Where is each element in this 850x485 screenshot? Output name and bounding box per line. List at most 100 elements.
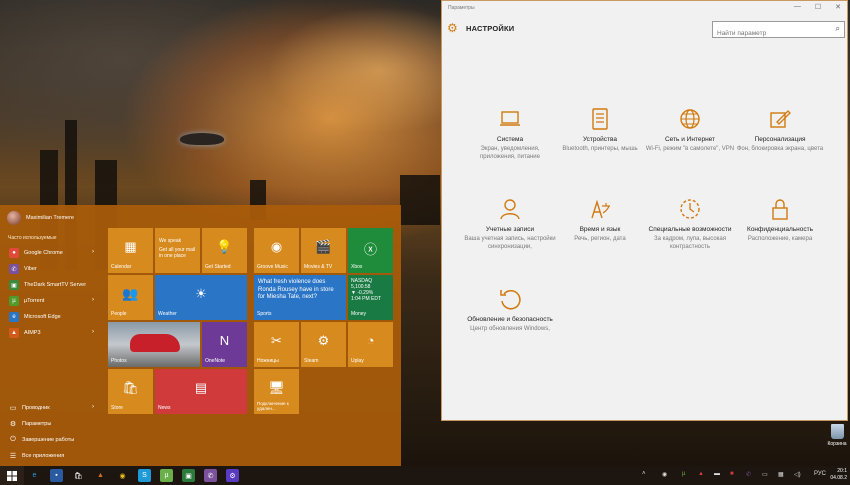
tray-battery-icon[interactable]: ▭ — [762, 471, 768, 478]
system-item-label: Параметры — [22, 421, 52, 427]
list-item[interactable]: ☰ Все приложения — [0, 448, 100, 464]
tile-uplay[interactable]: ◔ Uplay — [348, 322, 393, 367]
tile-get-started[interactable]: 💡 Get Started — [202, 228, 247, 273]
tray-chevron-icon[interactable]: ˄ — [642, 471, 646, 477]
category-system[interactable]: Система Экран, уведомления, приложения, … — [462, 106, 558, 161]
list-item[interactable]: µ µTorrent › — [0, 293, 100, 309]
tray-network-icon[interactable]: ▦ — [778, 471, 784, 478]
category-personalization[interactable]: Персонализация Фон, блокировка экрана, ц… — [732, 106, 828, 153]
mail-body: Get all your mail in one place — [159, 247, 196, 259]
skype-taskbar-icon[interactable]: S — [138, 469, 151, 482]
list-item[interactable]: ✆ Viber — [0, 261, 100, 277]
list-item[interactable]: ● Google Chrome › — [0, 245, 100, 261]
tile-news[interactable]: ▤ News — [155, 369, 247, 414]
globe-icon — [642, 106, 738, 132]
tile-label: Get Started — [205, 264, 231, 270]
tile-store[interactable]: 🛍 Store — [108, 369, 153, 414]
list-item[interactable]: ▭ Проводник › — [0, 400, 100, 416]
system-item-label: Все приложения — [22, 453, 65, 459]
tile-calendar[interactable]: ▦ Calendar — [108, 228, 153, 273]
tile-mail[interactable]: We speak Get all your mail in one place — [155, 228, 200, 273]
maximize-button[interactable]: ☐ — [815, 3, 821, 11]
film-icon: 🎬 — [315, 239, 332, 254]
tile-sports[interactable]: What fresh violence does Ronda Rousey ha… — [254, 275, 346, 320]
tile-movies-tv[interactable]: 🎬 Movies & TV — [301, 228, 346, 273]
category-accessibility[interactable]: Специальные возможности За кадром, лупа,… — [642, 196, 738, 251]
chevron-right-icon[interactable]: › — [92, 297, 94, 303]
start-menu: Maximilian Tremere Часто используемые ● G… — [0, 205, 401, 466]
viber-taskbar-icon[interactable]: ✆ — [204, 469, 217, 482]
tile-groove-music[interactable]: ◉ Groove Music — [254, 228, 299, 273]
tray-aimp-icon[interactable]: ▲ — [698, 471, 704, 477]
keyboard-icon — [552, 106, 648, 132]
tray-volume-icon[interactable]: ◁) — [794, 471, 801, 478]
settings-taskbar-icon[interactable]: ⚙ — [226, 469, 239, 482]
avatar — [7, 211, 21, 225]
tile-people[interactable]: 👥 People — [108, 275, 153, 320]
tray-flag-icon[interactable]: ▬ — [714, 471, 720, 477]
search-box[interactable]: ⌕ — [712, 21, 845, 41]
tile-onenote[interactable]: N OneNote — [202, 322, 247, 367]
minimize-button[interactable]: — — [794, 3, 801, 11]
category-time-language[interactable]: Время и язык Речь, регион, дата — [552, 196, 648, 243]
category-privacy[interactable]: Конфиденциальность Расположение, камера — [732, 196, 828, 243]
category-accounts[interactable]: Учетные записи Ваша учетная запись, наст… — [462, 196, 558, 251]
smarttv-server-icon: ▣ — [9, 280, 19, 290]
app-label: TheDark SmartTV Server — [24, 282, 87, 288]
clock[interactable]: 20:1 04.08.2 — [830, 468, 847, 482]
clock-date: 04.08.2 — [830, 475, 847, 481]
category-name: Специальные возможности — [648, 226, 732, 233]
window-controls: — ☐ ✕ — [794, 3, 841, 11]
tile-label: OneNote — [205, 358, 226, 364]
language-indicator[interactable]: РУС — [814, 471, 826, 477]
tile-money[interactable]: NASDAQ 5,100.58 ▼ -0.29% 1:04 PM EDT Mon… — [348, 275, 393, 320]
chevron-right-icon[interactable]: › — [92, 329, 94, 335]
start-button[interactable] — [0, 466, 24, 485]
list-item[interactable]: ▲ AIMP3 › — [0, 325, 100, 341]
tile-label: News — [158, 405, 171, 411]
tray-steam-icon[interactable]: ◉ — [662, 471, 667, 478]
tile-photos[interactable]: Photos — [108, 322, 200, 367]
category-name: Система — [496, 136, 524, 143]
tile-label: Weather — [158, 311, 177, 317]
groove-music-icon: ◉ — [270, 239, 283, 254]
tile-label: Photos — [111, 358, 127, 364]
store-taskbar-icon[interactable]: 🛍 — [72, 469, 85, 482]
user-account[interactable]: Maximilian Tremere — [7, 211, 74, 225]
app-label: AIMP3 — [24, 330, 41, 336]
chevron-right-icon[interactable]: › — [92, 404, 94, 410]
list-item[interactable]: ⏻ Завершение работы — [0, 432, 100, 448]
category-network[interactable]: Сеть и Интернет Wi-Fi, режим "в самолете… — [642, 106, 738, 153]
save-taskbar-icon[interactable]: ▪ — [50, 469, 63, 482]
tile-snipping-tool[interactable]: ✂ Ножницы — [254, 322, 299, 367]
update-icon — [462, 286, 558, 312]
close-button[interactable]: ✕ — [835, 3, 841, 11]
tile-xbox[interactable]: ⓧ Xbox — [348, 228, 393, 273]
utorrent-taskbar-icon[interactable]: µ — [160, 469, 173, 482]
tray-utorrent-icon[interactable]: µ — [682, 471, 685, 477]
category-devices[interactable]: Устройства Bluetooth, принтеры, мышь — [552, 106, 648, 153]
tile-label: Money — [351, 311, 367, 317]
tile-remote-desktop[interactable]: 🖥 Подключение к удален... — [254, 369, 299, 414]
smarttv-taskbar-icon[interactable]: ▣ — [182, 469, 195, 482]
search-input[interactable] — [713, 26, 825, 41]
tray-antivirus-icon[interactable]: ■ — [730, 471, 734, 477]
chrome-taskbar-icon[interactable]: ◉ — [116, 469, 129, 482]
clock-time: 20:1 — [837, 468, 847, 474]
edge-taskbar-icon[interactable]: e — [28, 469, 41, 482]
tile-label: Подключение к удален... — [257, 401, 289, 411]
mail-top: We speak — [159, 238, 182, 244]
list-item[interactable]: e Microsoft Edge — [0, 309, 100, 325]
list-item[interactable]: ▣ TheDark SmartTV Server — [0, 277, 100, 293]
category-update-security[interactable]: Обновление и безопасность Центр обновлен… — [462, 286, 558, 333]
chevron-right-icon[interactable]: › — [92, 249, 94, 255]
tray-viber-icon[interactable]: ✆ — [746, 471, 751, 478]
list-item[interactable]: ⚙ Параметры — [0, 416, 100, 432]
tile-weather[interactable]: ☀ Weather — [155, 275, 247, 320]
category-name: Время и язык — [579, 226, 621, 233]
settings-window: Параметры — ☐ ✕ ⚙ НАСТРОЙКИ ⌕ Система Эк… — [441, 0, 848, 421]
tile-steam[interactable]: ⚙ Steam — [301, 322, 346, 367]
search-icon[interactable]: ⌕ — [836, 24, 840, 34]
recycle-bin[interactable]: Корзина — [826, 424, 848, 447]
aimp-taskbar-icon[interactable]: ▲ — [94, 469, 107, 482]
